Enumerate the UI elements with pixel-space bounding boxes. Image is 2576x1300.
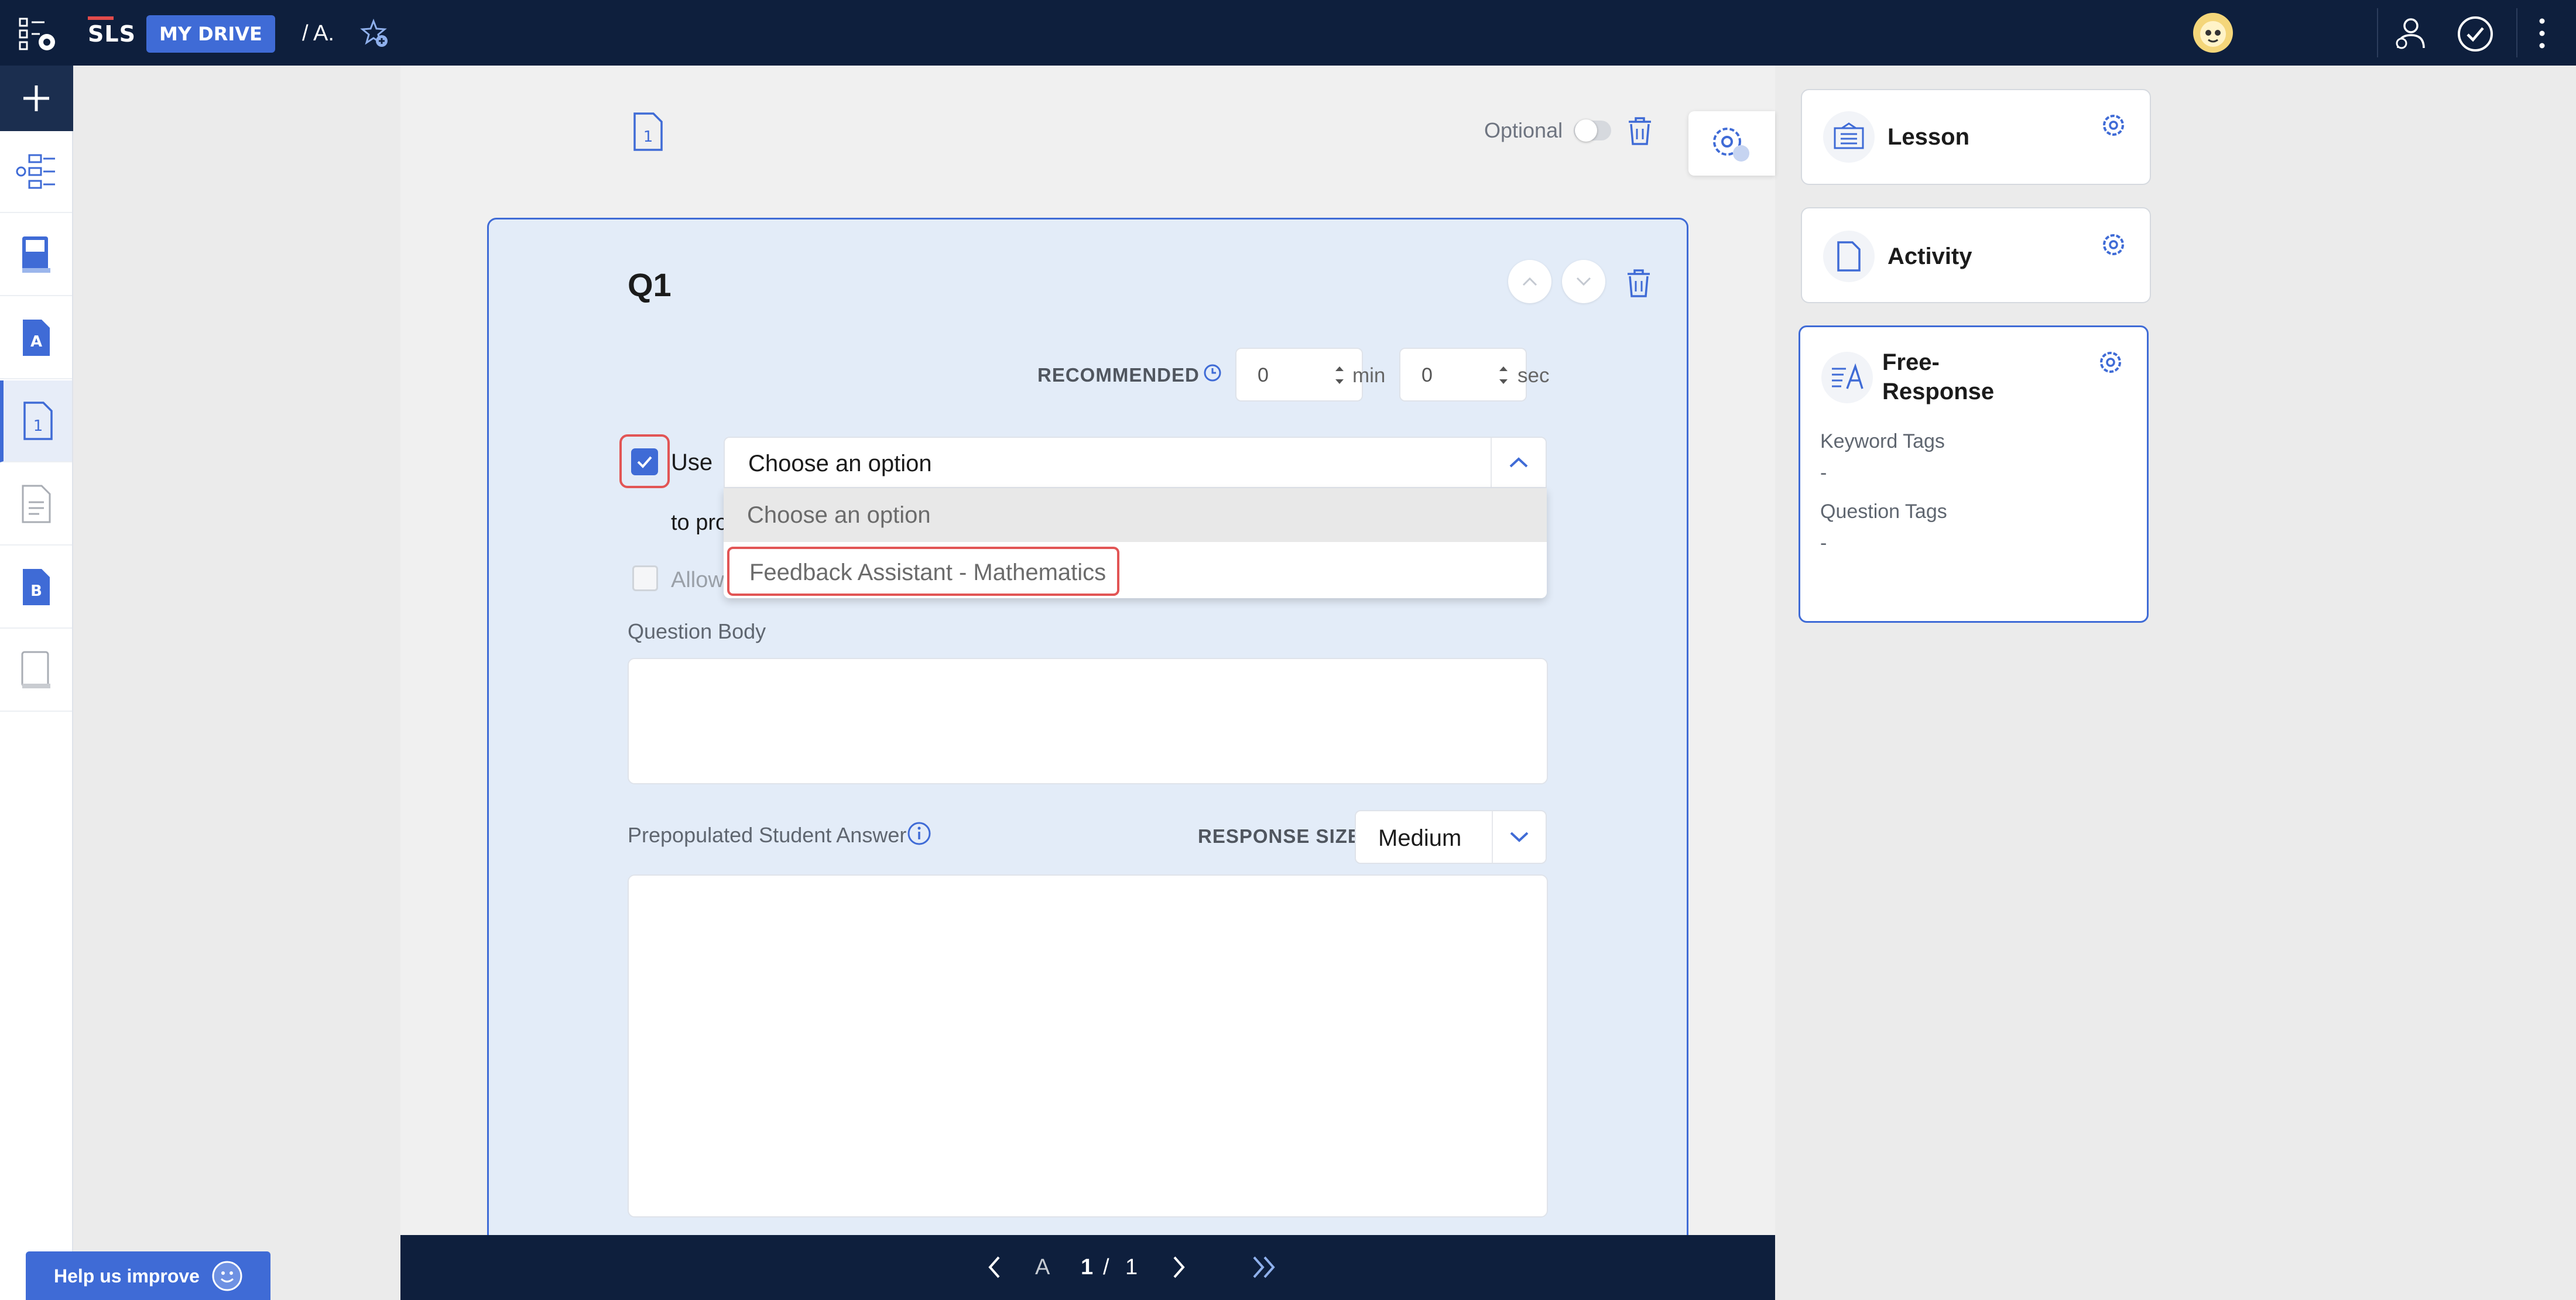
page-separator: / xyxy=(1103,1255,1109,1280)
optional-toggle-knob[interactable] xyxy=(1575,119,1597,142)
page-navigator: A 1 / 1 xyxy=(400,1235,1775,1300)
my-drive-button[interactable]: MY DRIVE xyxy=(146,15,275,53)
question-body-label: Question Body xyxy=(628,619,766,643)
minutes-value: 0 xyxy=(1258,364,1269,386)
favorite-add-icon[interactable] xyxy=(359,19,390,49)
total-pages: 1 xyxy=(1125,1255,1138,1280)
end-page-icon[interactable] xyxy=(0,630,72,712)
svg-text:B: B xyxy=(30,582,42,600)
assistant-select[interactable]: Choose an option xyxy=(724,437,1547,488)
allow-label: Allow xyxy=(671,568,724,592)
cover-page-icon[interactable] xyxy=(0,214,72,296)
top-bar: SLS MY DRIVE / A. xyxy=(0,0,2576,66)
question-number: Q1 xyxy=(628,266,672,303)
move-up-button[interactable] xyxy=(1508,260,1551,303)
response-size-value: Medium xyxy=(1378,825,1462,851)
response-size-select[interactable]: Medium xyxy=(1355,810,1547,864)
minutes-unit: min xyxy=(1352,364,1386,387)
smiley-icon xyxy=(211,1260,244,1292)
activity-1-icon[interactable]: 1 xyxy=(0,380,72,462)
optional-label: Optional xyxy=(1484,118,1563,142)
lesson-map-icon[interactable] xyxy=(0,131,72,213)
section-a-icon[interactable]: A xyxy=(0,297,72,379)
more-vert-icon[interactable] xyxy=(2539,18,2546,49)
help-us-improve-button[interactable]: Help us improve xyxy=(26,1251,270,1300)
delete-question-icon[interactable] xyxy=(1625,268,1652,299)
chevron-right-icon[interactable] xyxy=(1172,1255,1186,1280)
current-page: 1 xyxy=(1081,1255,1094,1280)
section-label: A xyxy=(1035,1255,1050,1280)
option-feedback-assistant-mathematics[interactable]: Feedback Assistant - Mathematics xyxy=(727,547,1119,596)
keyword-tags-label: Keyword Tags xyxy=(1820,430,1945,452)
left-sidebar: A 1 B xyxy=(0,66,73,1300)
chevron-down-icon[interactable] xyxy=(1492,811,1546,863)
share-user-icon[interactable] xyxy=(2393,16,2428,52)
delete-page-icon[interactable] xyxy=(1626,116,1653,146)
activity-settings-icon[interactable] xyxy=(2101,232,2126,258)
seconds-stepper[interactable]: 0 xyxy=(1399,348,1527,402)
free-response-settings-icon[interactable] xyxy=(2098,349,2123,375)
lesson-title: Lesson xyxy=(1888,124,1970,150)
stepper-arrows-icon[interactable] xyxy=(1498,362,1509,389)
move-down-button[interactable] xyxy=(1562,260,1605,303)
response-size-label: RESPONSE SIZE xyxy=(1198,825,1361,847)
prepopulated-answer-editor[interactable] xyxy=(628,874,1548,1217)
lesson-settings-icon[interactable] xyxy=(2101,112,2126,138)
to-provide-label: to pro xyxy=(671,510,728,535)
question-tags-label: Question Tags xyxy=(1820,500,1947,523)
free-response-title-line1: Free- xyxy=(1882,349,1940,375)
question-tags-value: - xyxy=(1820,532,1827,554)
seconds-value: 0 xyxy=(1421,364,1433,386)
keyword-tags-value: - xyxy=(1820,462,1827,484)
use-label: Use xyxy=(671,450,713,475)
free-response-icon xyxy=(1821,352,1873,403)
blank-page-icon[interactable] xyxy=(0,464,72,546)
chevron-left-icon[interactable] xyxy=(987,1255,1001,1280)
question-body-editor[interactable] xyxy=(628,658,1548,784)
svg-text:A: A xyxy=(30,333,42,351)
section-b-icon[interactable]: B xyxy=(0,547,72,629)
info-icon[interactable] xyxy=(906,821,932,846)
activity-title: Activity xyxy=(1888,243,1972,269)
apps-menu-icon[interactable] xyxy=(19,16,57,52)
assistant-select-value: Choose an option xyxy=(748,451,932,476)
publish-check-icon[interactable] xyxy=(2457,15,2494,53)
page-settings-tab[interactable] xyxy=(1688,111,1775,176)
lesson-icon xyxy=(1823,111,1875,163)
allow-checkbox[interactable] xyxy=(632,565,658,591)
assistant-dropdown: Choose an option Feedback Assistant - Ma… xyxy=(724,488,1547,598)
chevron-up-icon[interactable] xyxy=(1491,438,1546,487)
use-assistant-checkbox[interactable] xyxy=(631,448,658,475)
free-response-title-line2: Response xyxy=(1882,379,1995,404)
prepopulated-label: Prepopulated Student Answer xyxy=(628,823,907,847)
recommended-label: RECOMMENDED xyxy=(1037,364,1200,386)
sls-logo[interactable]: SLS xyxy=(88,16,136,47)
activity-icon xyxy=(1823,231,1875,282)
svg-text:1: 1 xyxy=(33,417,43,435)
activity-card[interactable]: Activity xyxy=(1801,207,2151,303)
option-choose[interactable]: Choose an option xyxy=(724,488,1547,542)
clock-icon xyxy=(1203,363,1222,383)
stepper-arrows-icon[interactable] xyxy=(1334,362,1345,389)
add-component-button[interactable] xyxy=(0,66,73,131)
lesson-card[interactable]: Lesson xyxy=(1801,89,2151,185)
breadcrumb[interactable]: / A. xyxy=(302,21,334,46)
seconds-unit: sec xyxy=(1517,364,1550,387)
double-chevron-right-icon[interactable] xyxy=(1252,1255,1277,1280)
avatar[interactable] xyxy=(2191,11,2235,55)
free-response-card[interactable]: Free- Response Keyword Tags - Question T… xyxy=(1799,325,2149,623)
minutes-stepper[interactable]: 0 xyxy=(1235,348,1363,402)
svg-text:1: 1 xyxy=(643,128,653,146)
activity-page-icon: 1 xyxy=(632,111,665,152)
